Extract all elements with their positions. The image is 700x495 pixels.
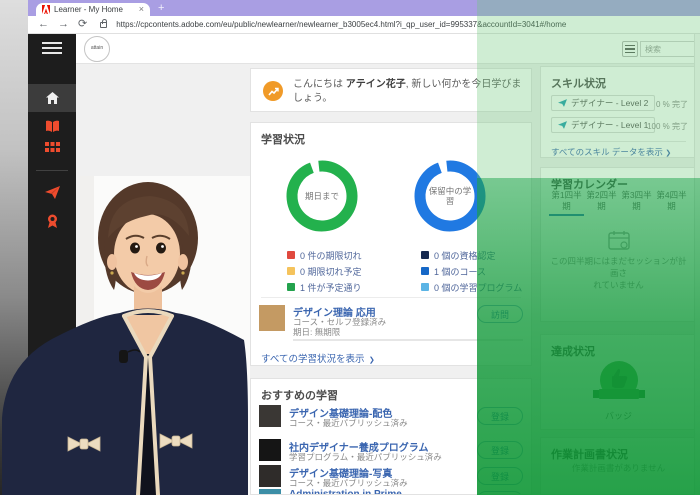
course-thumbnail — [259, 465, 281, 487]
rail-hamburger-icon[interactable] — [42, 42, 62, 57]
back-icon[interactable]: ← — [38, 19, 49, 30]
workplan-empty-text: 作業計画書がありません — [547, 462, 690, 474]
skill-percent: 100 % 完了 — [647, 121, 688, 132]
calendar-empty-icon — [541, 230, 696, 250]
url-text[interactable]: https://cpcontents.adobe.com/eu/public/n… — [116, 20, 566, 29]
course-thumbnail — [259, 439, 281, 461]
enroll-button[interactable]: 登録 — [477, 467, 523, 485]
browser-tabbar: Learner - My Home × + — [28, 0, 700, 16]
tab-close-icon[interactable]: × — [139, 5, 144, 14]
legend-pending: 0 個の資格認定 1 個のコース 0 個の学習プログラム — [421, 247, 522, 295]
catalog-grid-icon — [45, 142, 60, 153]
presenter-photo — [0, 176, 250, 495]
paper-plane-icon — [558, 99, 567, 107]
achievements-title: 達成状況 — [551, 343, 595, 359]
legend-item: 0 期限切れ予定 — [287, 263, 362, 279]
skill-chip[interactable]: デザイナー - Level 1 — [551, 117, 655, 133]
course-thumbnail — [259, 405, 281, 427]
learning-status-card: 学習状況 期日まで 保留中の学習 0 件の期限切れ 0 期限切れ予定 1 件が予… — [250, 122, 532, 366]
list-item: Administration in Prime 登録 — [251, 489, 531, 495]
tab-title: Learner - My Home — [54, 5, 135, 14]
greeting-card: こんにちは アテイン花子, 新しい何かを今日学びましょう。 — [250, 68, 532, 112]
recommended-title: おすすめの学習 — [261, 387, 338, 403]
legend-due-date: 0 件の期限切れ 0 期限切れ予定 1 件が予定通り — [287, 247, 362, 295]
list-item: デザイン基礎理論-配色 コース・最近パブリッシュ済み 登録 — [251, 405, 531, 437]
course-due-date: 期日: 無期限 — [293, 326, 340, 338]
learning-calendar-card: 学習カレンダー 第1四半期 第2四半期 第3四半期 第4四半期 この四半期にはま… — [540, 167, 697, 322]
new-tab-button[interactable]: + — [158, 2, 164, 14]
browser-tab[interactable]: Learner - My Home × — [36, 3, 150, 16]
user-name: アテイン花子 — [346, 79, 406, 90]
show-all-skills-link[interactable]: すべてのスキル データを表示 ❯ — [551, 146, 671, 158]
badge-icon — [541, 359, 696, 407]
app-header: attain — [28, 34, 700, 64]
skills-title: スキル状況 — [551, 75, 606, 91]
adobe-favicon — [42, 5, 50, 14]
enroll-button[interactable]: 登録 — [477, 441, 523, 459]
legend-item: 1 件が予定通り — [287, 279, 362, 295]
badge-label: バッジ — [541, 409, 696, 422]
divider — [261, 297, 521, 298]
legend-item: 0 個の学習プログラム — [421, 279, 522, 295]
enroll-button[interactable]: 登録 — [477, 407, 523, 425]
paper-plane-icon — [558, 121, 567, 129]
skills-card: スキル状況 デザイナー - Level 2 0 % 完了 デザイナー - Lev… — [540, 66, 697, 158]
enroll-button[interactable]: 登録 — [477, 491, 523, 495]
workplan-title: 作業計画書状況 — [551, 446, 628, 462]
skill-chip[interactable]: デザイナー - Level 2 — [551, 95, 655, 111]
calendar-empty-text: この四半期にはまだセッションが計画さ れていません — [547, 256, 690, 292]
screenshot-root: Learner - My Home × + ← → ⟳ https://cpco… — [0, 0, 700, 495]
tab-q3[interactable]: 第3四半期 — [619, 190, 654, 216]
donut-pending: 保留中の学習 — [411, 157, 489, 235]
course-thumbnail — [259, 489, 281, 495]
donut-due-date: 期日まで — [283, 157, 361, 235]
browser-urlbar: ← → ⟳ https://cpcontents.adobe.com/eu/pu… — [28, 16, 700, 34]
reload-icon[interactable]: ⟳ — [78, 19, 87, 30]
nav-mylearning-item[interactable] — [28, 120, 76, 133]
course-thumbnail — [259, 305, 285, 331]
nav-catalog-item[interactable] — [28, 142, 76, 153]
greeting-text: こんにちは アテイン花子, 新しい何かを今日学びましょう。 — [293, 78, 523, 105]
account-logo: attain — [84, 36, 110, 62]
donut-due-date-label: 期日まで — [283, 157, 361, 235]
nav-home-item[interactable] — [28, 84, 76, 112]
lock-icon — [100, 22, 107, 28]
tab-q4[interactable]: 第4四半期 — [654, 190, 689, 216]
home-icon — [45, 91, 60, 105]
page-scrollbar[interactable] — [694, 34, 700, 495]
course-progress-bar — [293, 339, 523, 341]
rail-divider — [36, 170, 68, 171]
forward-icon[interactable]: → — [58, 19, 69, 30]
course-title-link[interactable]: Administration in Prime — [289, 489, 402, 495]
legend-item: 0 個の資格認定 — [421, 247, 522, 263]
search-input[interactable] — [640, 41, 696, 57]
skill-percent: 0 % 完了 — [656, 99, 688, 110]
visit-button[interactable]: 訪問 — [477, 305, 523, 323]
trending-up-icon — [263, 81, 283, 101]
quarter-tabs: 第1四半期 第2四半期 第3四半期 第4四半期 — [549, 190, 690, 216]
show-all-learning-link[interactable]: すべての学習状況を表示 ❯ — [261, 349, 375, 367]
achievements-card: 達成状況 バッジ — [540, 334, 697, 430]
legend-item: 1 個のコース — [421, 263, 522, 279]
header-menu-button[interactable] — [622, 41, 638, 57]
book-icon — [45, 120, 60, 133]
divider — [551, 141, 686, 142]
legend-item: 0 件の期限切れ — [287, 247, 362, 263]
recommended-card: おすすめの学習 デザイン基礎理論-配色 コース・最近パブリッシュ済み 登録 社内… — [250, 378, 532, 495]
tab-q2[interactable]: 第2四半期 — [584, 190, 619, 216]
donut-pending-label: 保留中の学習 — [411, 157, 489, 235]
workplan-card: 作業計画書状況 作業計画書がありません — [540, 437, 697, 495]
learning-status-title: 学習状況 — [261, 131, 305, 147]
tab-q1[interactable]: 第1四半期 — [549, 190, 584, 216]
